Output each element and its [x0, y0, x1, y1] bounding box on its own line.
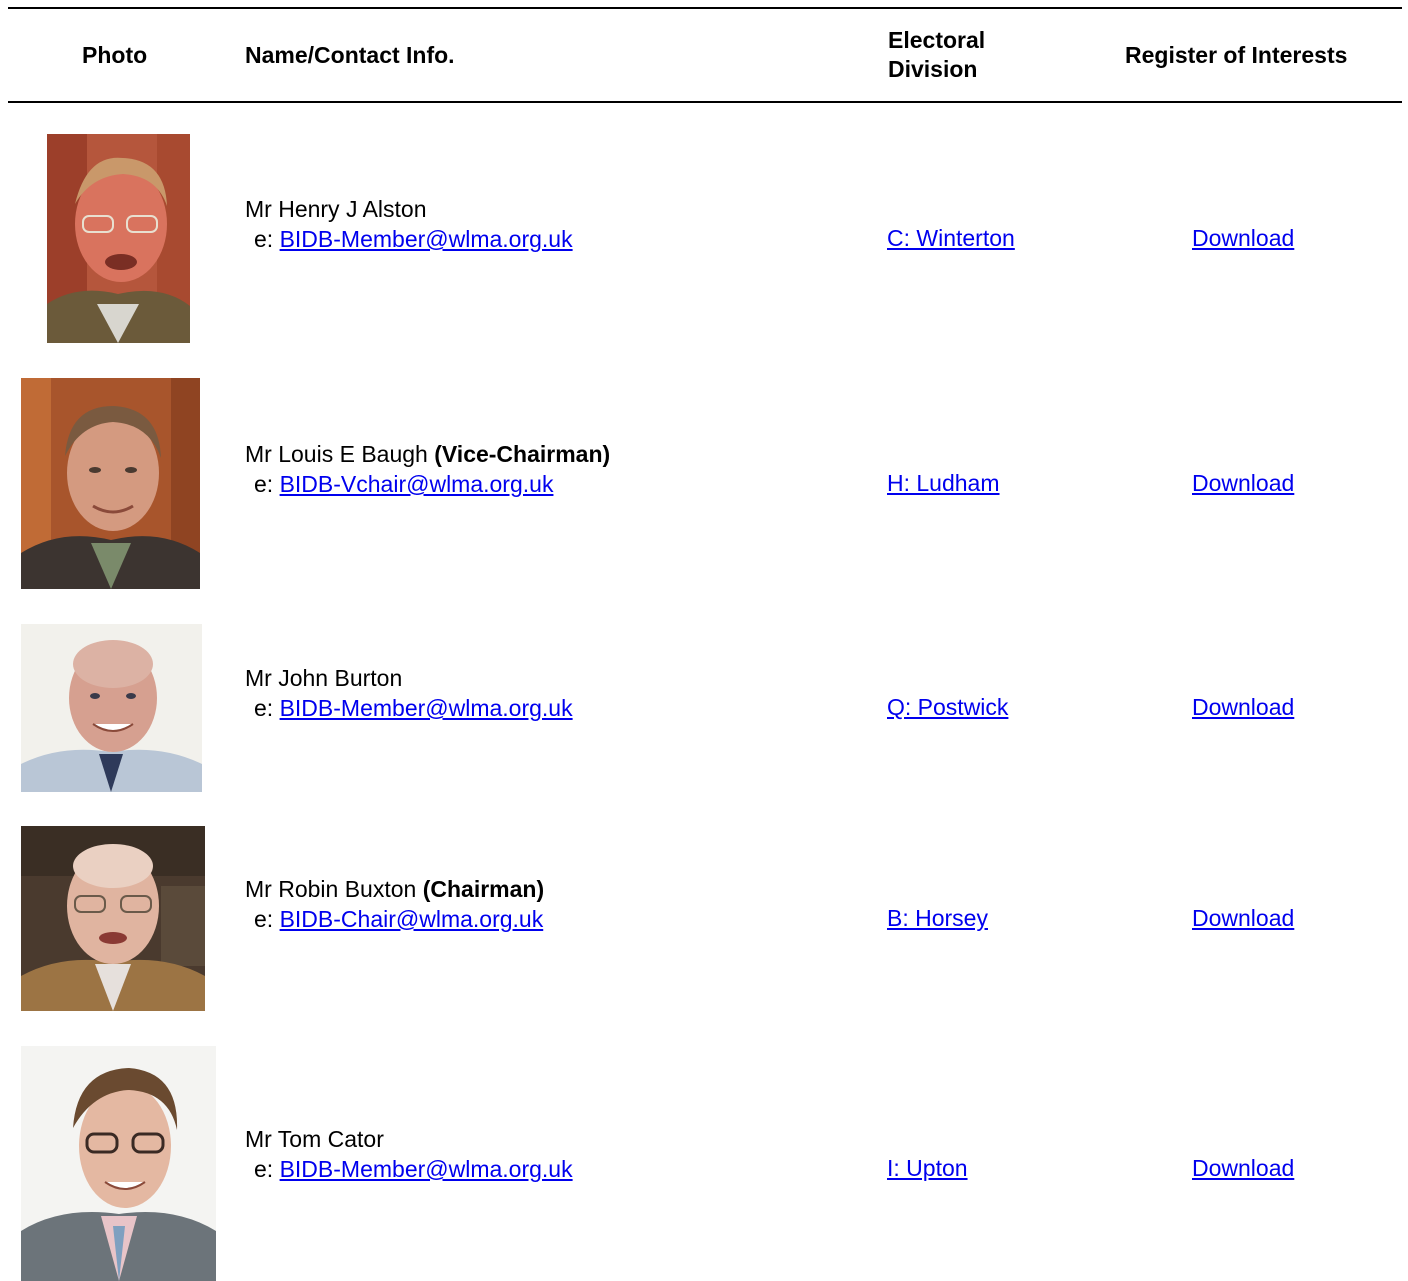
- register-of-interests-download-link[interactable]: Download: [1192, 470, 1294, 497]
- column-header-name-contact: Name/Contact Info.: [245, 42, 455, 68]
- member-name: Mr Robin Buxton: [245, 876, 417, 902]
- member-contact: Mr Robin Buxton (Chairman) e: BIDB-Chair…: [245, 874, 544, 934]
- electoral-division-link[interactable]: I: Upton: [887, 1155, 968, 1182]
- electoral-division-link[interactable]: C: Winterton: [887, 225, 1015, 252]
- member-email-link[interactable]: BIDB-Chair@wlma.org.uk: [280, 906, 544, 932]
- column-header-electoral-division: Electoral Division: [888, 26, 985, 84]
- member-role: (Chairman): [422, 876, 545, 902]
- email-prefix: e:: [254, 906, 274, 932]
- member-name: Mr Henry J Alston: [245, 196, 427, 222]
- member-name: Mr John Burton: [245, 665, 403, 691]
- electoral-division-link[interactable]: Q: Postwick: [887, 694, 1008, 721]
- member-photo: [21, 826, 205, 1011]
- member-name-line: Mr Louis E Baugh (Vice-Chairman): [245, 439, 610, 469]
- member-email-link[interactable]: BIDB-Member@wlma.org.uk: [280, 695, 573, 721]
- register-of-interests-download-link[interactable]: Download: [1192, 1155, 1294, 1182]
- member-name-line: Mr Robin Buxton (Chairman): [245, 874, 544, 904]
- member-email-link[interactable]: BIDB-Member@wlma.org.uk: [280, 226, 573, 252]
- column-header-division-line2: Division: [888, 56, 978, 82]
- column-header-register-of-interests: Register of Interests: [1125, 42, 1348, 68]
- member-email-link[interactable]: BIDB-Vchair@wlma.org.uk: [280, 471, 554, 497]
- member-name-line: Mr John Burton: [245, 663, 573, 693]
- member-name-line: Mr Henry J Alston: [245, 194, 573, 224]
- email-prefix: e:: [254, 695, 274, 721]
- member-contact: Mr Louis E Baugh (Vice-Chairman) e: BIDB…: [245, 439, 610, 499]
- member-role: (Vice-Chairman): [434, 441, 611, 467]
- register-of-interests-download-link[interactable]: Download: [1192, 225, 1294, 252]
- member-name: Mr Tom Cator: [245, 1126, 384, 1152]
- member-email-line: e: BIDB-Member@wlma.org.uk: [245, 1154, 573, 1184]
- member-name-line: Mr Tom Cator: [245, 1124, 573, 1154]
- email-prefix: e:: [254, 471, 274, 497]
- email-prefix: e:: [254, 1156, 274, 1182]
- column-header-division-line1: Electoral: [888, 27, 986, 53]
- member-email-link[interactable]: BIDB-Member@wlma.org.uk: [280, 1156, 573, 1182]
- member-photo: [21, 378, 200, 589]
- member-email-line: e: BIDB-Member@wlma.org.uk: [245, 693, 573, 723]
- column-header-photo: Photo: [82, 42, 148, 68]
- member-photo: [21, 624, 202, 792]
- member-photo: [47, 134, 190, 343]
- member-contact: Mr John Burton e: BIDB-Member@wlma.org.u…: [245, 663, 573, 723]
- member-photo: [21, 1046, 216, 1281]
- register-of-interests-download-link[interactable]: Download: [1192, 905, 1294, 932]
- email-prefix: e:: [254, 226, 274, 252]
- member-email-line: e: BIDB-Vchair@wlma.org.uk: [245, 469, 610, 499]
- member-contact: Mr Henry J Alston e: BIDB-Member@wlma.or…: [245, 194, 573, 254]
- member-contact: Mr Tom Cator e: BIDB-Member@wlma.org.uk: [245, 1124, 573, 1184]
- member-email-line: e: BIDB-Chair@wlma.org.uk: [245, 904, 544, 934]
- header-top-rule: [8, 7, 1402, 9]
- electoral-division-link[interactable]: H: Ludham: [887, 470, 1000, 497]
- member-email-line: e: BIDB-Member@wlma.org.uk: [245, 224, 573, 254]
- electoral-division-link[interactable]: B: Horsey: [887, 905, 988, 932]
- header-bottom-rule: [8, 101, 1402, 103]
- register-of-interests-download-link[interactable]: Download: [1192, 694, 1294, 721]
- member-name: Mr Louis E Baugh: [245, 441, 428, 467]
